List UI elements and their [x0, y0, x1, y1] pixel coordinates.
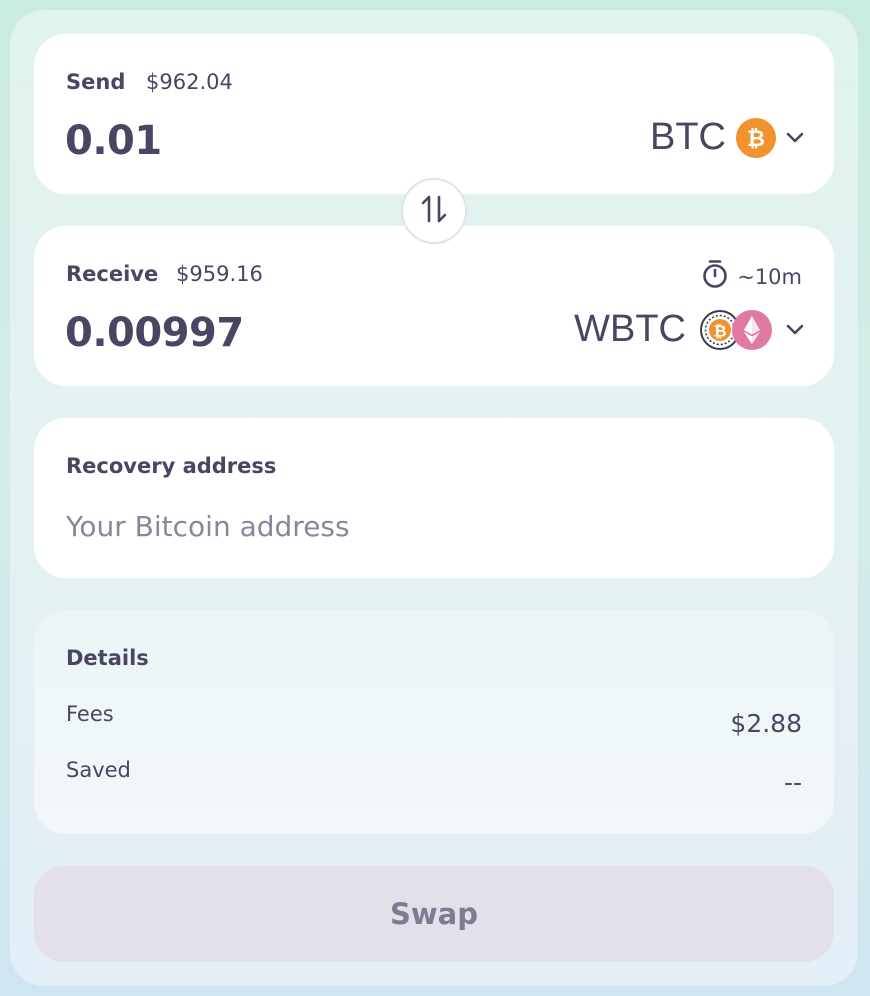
saved-value: --: [783, 768, 802, 797]
receive-token-name: WBTC: [574, 308, 686, 350]
swap-arrows-icon: [420, 193, 448, 229]
details-card: Details Fees $2.88 Saved --: [34, 610, 834, 834]
ethereum-icon: [732, 309, 772, 354]
bitcoin-icon: ₿: [736, 117, 776, 158]
recovery-address-input[interactable]: [66, 504, 806, 548]
send-card: Send $962.04 0.01 BTC ₿: [34, 34, 834, 194]
receive-card: Receive $959.16 ~10m 0.00997 WBTC ₿: [34, 226, 834, 386]
receive-token-selector[interactable]: WBTC ₿: [574, 308, 804, 351]
recovery-address-card: Recovery address: [34, 418, 834, 578]
swap-direction-button[interactable]: [401, 178, 467, 244]
swap-button[interactable]: Swap: [34, 866, 834, 962]
recovery-address-label: Recovery address: [66, 454, 277, 478]
receive-usd-value: $959.16: [176, 262, 263, 286]
saved-label: Saved: [66, 758, 131, 782]
details-title: Details: [66, 646, 149, 670]
send-token-name: BTC: [650, 116, 726, 158]
chevron-down-icon: [786, 129, 804, 147]
receive-label: Receive: [66, 262, 159, 286]
send-token-selector[interactable]: BTC ₿: [650, 116, 804, 159]
send-amount-input[interactable]: 0.01: [65, 118, 162, 164]
chevron-down-icon: [786, 321, 804, 339]
send-label: Send: [66, 70, 126, 94]
fees-value: $2.88: [730, 709, 802, 738]
estimated-time: ~10m: [701, 259, 802, 294]
svg-text:₿: ₿: [747, 127, 765, 151]
fees-label: Fees: [66, 702, 114, 726]
send-usd-value: $962.04: [146, 70, 233, 94]
stopwatch-icon: [701, 259, 729, 294]
svg-text:₿: ₿: [713, 321, 726, 340]
receive-amount: 0.00997: [65, 310, 244, 356]
eta-text: ~10m: [737, 264, 802, 289]
wbtc-icon-group: ₿: [700, 309, 772, 350]
